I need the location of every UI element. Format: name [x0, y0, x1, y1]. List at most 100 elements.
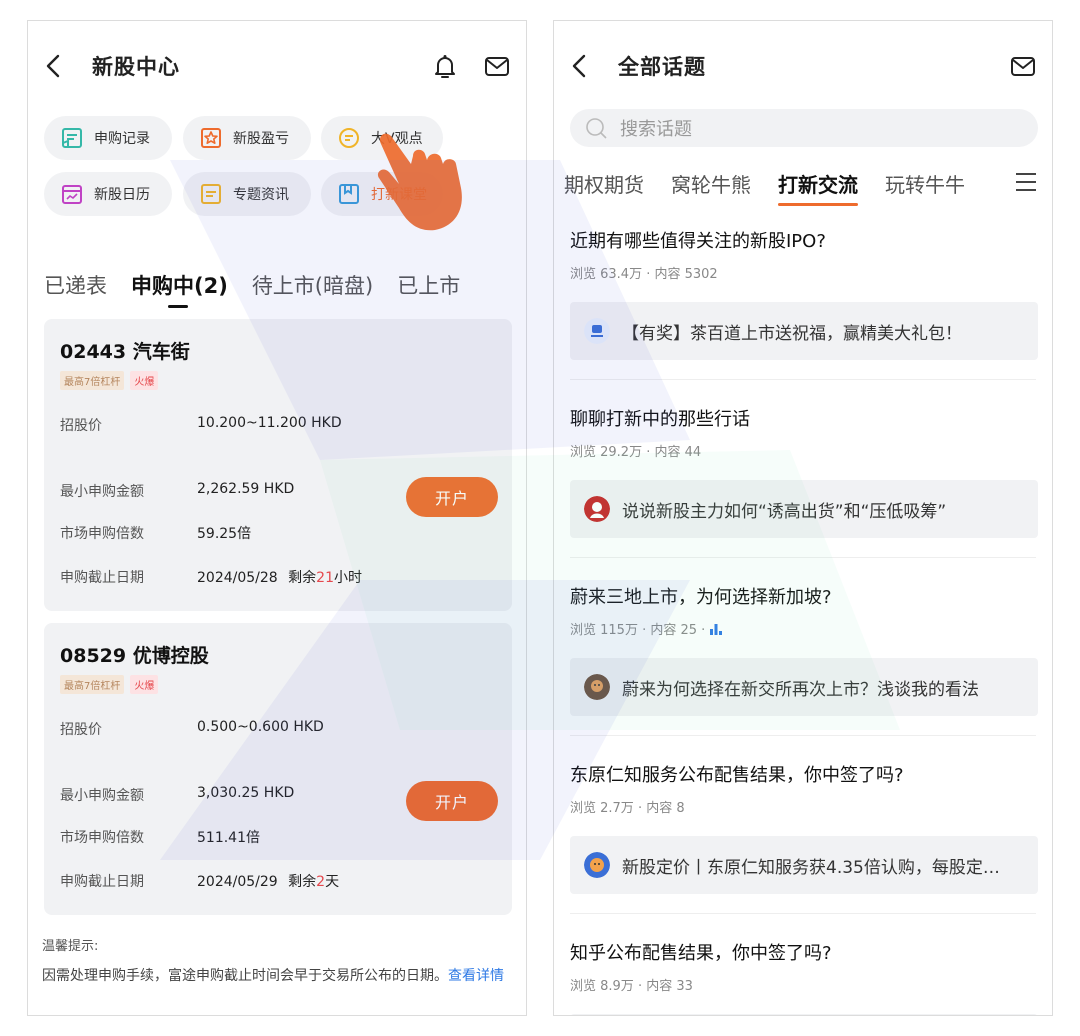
page-title: 全部话题: [618, 55, 706, 79]
remain-prefix: 剩余: [288, 570, 317, 586]
chat-icon: [339, 128, 359, 148]
topic-item[interactable]: 聊聊打新中的那些行话 浏览 29.2万 · 内容 44 说说新股主力如何“诱高出…: [570, 405, 1038, 538]
search-placeholder: 搜索话题: [620, 119, 692, 140]
topic-meta: 浏览 29.2万 · 内容 44: [570, 441, 1038, 460]
topic-stats: 浏览 29.2万 · 内容 44: [570, 445, 702, 460]
topic-stats: 浏览 115万 · 内容 25 ·: [570, 623, 706, 638]
ipo-center-screen: 新股中心 申购记录 新股盈亏 大V观点 新股日历 专题资讯 打新课堂 已递表 申…: [27, 20, 527, 1016]
topic-title: 近期有哪些值得关注的新股IPO?: [570, 231, 826, 252]
price-value: 10.200~11.200 HKD: [197, 415, 342, 431]
topic-stats: 浏览 63.4万 · 内容 5302: [570, 267, 718, 282]
pointing-hand-icon: [377, 133, 462, 231]
header: 全部话题: [554, 21, 1052, 109]
tab-niuniu[interactable]: 玩转牛牛: [885, 169, 965, 198]
post-text: 说说新股主力如何“诱高出货”和“压低吸筹”: [622, 501, 947, 522]
leverage-tag: 最高7倍杠杆: [60, 675, 125, 694]
ipo-card[interactable]: 02443 汽车街 最高7倍杠杆 火爆 招股价 10.200~11.200 HK…: [44, 319, 512, 611]
topic-meta: 浏览 8.9万 · 内容 33: [570, 975, 1038, 994]
price-value: 0.500~0.600 HKD: [197, 719, 324, 735]
deadline-label: 申购截止日期: [60, 874, 144, 890]
topic-title: 知乎公布配售结果，你中签了吗?: [570, 943, 832, 964]
multiple-label: 市场申购倍数: [60, 526, 144, 542]
topic-item[interactable]: 近期有哪些值得关注的新股IPO? 浏览 63.4万 · 内容 5302 【有奖】…: [570, 227, 1038, 360]
menu-icon[interactable]: [1014, 171, 1038, 193]
post-text: 新股定价丨东原仁知服务获4.35倍认购，每股定…: [622, 857, 1000, 878]
all-topics-screen: 全部话题 搜索话题 期权期货 窝轮牛熊 打新交流 玩转牛牛 近期有哪些值得关注的…: [553, 20, 1053, 1016]
deadline-value: 2024/05/28 剩余21小时: [197, 567, 362, 587]
divider: [570, 379, 1036, 380]
multiple-value: 511.41倍: [197, 830, 260, 846]
remain-unit: 天: [325, 874, 340, 890]
topic-title: 蔚来三地上市，为何选择新加坡?: [570, 587, 832, 608]
tea-brand-avatar-icon: [584, 318, 610, 344]
chip-ipo-pnl[interactable]: 新股盈亏: [183, 116, 311, 160]
remain-number: 21: [316, 570, 334, 586]
chip-topic-news[interactable]: 专题资讯: [183, 172, 311, 216]
topic-featured-post[interactable]: 新股定价丨东原仁知服务获4.35倍认购，每股定…: [570, 836, 1038, 894]
topic-search-input[interactable]: 搜索话题: [570, 109, 1038, 147]
tab-ipo-talk[interactable]: 打新交流: [778, 169, 858, 206]
open-account-button[interactable]: 开户: [406, 781, 498, 821]
calendar-icon: [62, 185, 82, 204]
topic-featured-post[interactable]: 说说新股主力如何“诱高出货”和“压低吸筹”: [570, 480, 1038, 538]
min-amount-value: 2,262.59 HKD: [197, 481, 295, 497]
min-amount-label: 最小申购金额: [60, 788, 144, 804]
bell-icon[interactable]: [430, 51, 460, 81]
topic-stats: 浏览 8.9万 · 内容 33: [570, 979, 693, 994]
stock-name: 02443 汽车街: [60, 341, 190, 363]
remain-unit: 小时: [333, 570, 362, 586]
divider: [570, 557, 1036, 558]
remain-number: 2: [316, 874, 326, 890]
back-arrow-icon[interactable]: [568, 51, 594, 81]
topic-item[interactable]: 蔚来三地上市，为何选择新加坡? 浏览 115万 · 内容 25 · 蔚来为何选择…: [570, 583, 1038, 716]
chip-label: 新股日历: [94, 187, 150, 203]
search-icon: [586, 118, 607, 139]
topic-featured-post[interactable]: 蔚来为何选择在新交所再次上市？浅谈我的看法: [570, 658, 1038, 716]
topic-title: 聊聊打新中的那些行话: [570, 409, 750, 430]
mail-icon[interactable]: [482, 51, 512, 81]
tab-upcoming[interactable]: 待上市(暗盘): [252, 270, 373, 300]
tip-title: 温馨提示:: [42, 939, 99, 954]
chip-label: 专题资讯: [233, 187, 289, 203]
topic-meta: 浏览 63.4万 · 内容 5302: [570, 263, 1038, 282]
chip-label: 申购记录: [94, 131, 150, 147]
post-text: 蔚来为何选择在新交所再次上市？浅谈我的看法: [622, 679, 979, 700]
tab-warrants-cbbc[interactable]: 窝轮牛熊: [671, 169, 751, 198]
hot-tag: 火爆: [130, 675, 159, 694]
mail-icon[interactable]: [1008, 51, 1038, 81]
user-avatar-icon: [584, 496, 610, 522]
min-amount-label: 最小申购金额: [60, 484, 144, 500]
topic-featured-post[interactable]: [570, 1014, 1038, 1015]
topic-meta: 浏览 2.7万 · 内容 8: [570, 797, 1038, 816]
topic-category-tabs: 期权期货 窝轮牛熊 打新交流 玩转牛牛: [564, 163, 1052, 206]
tab-filed[interactable]: 已递表: [44, 270, 107, 300]
doc-icon: [201, 184, 221, 204]
bookmark-icon: [339, 184, 359, 204]
topic-meta: 浏览 115万 · 内容 25 ·: [570, 619, 1038, 638]
back-arrow-icon[interactable]: [42, 51, 68, 81]
topic-title: 东原仁知服务公布配售结果，你中签了吗?: [570, 765, 904, 786]
chip-subscription-record[interactable]: 申购记录: [44, 116, 172, 160]
chip-ipo-calendar[interactable]: 新股日历: [44, 172, 172, 216]
leverage-tag: 最高7倍杠杆: [60, 371, 125, 390]
star-icon: [201, 128, 221, 148]
tip-text: 因需处理申购手续，富途申购截止时间会早于交易所公布的日期。: [42, 968, 448, 984]
tab-subscribing[interactable]: 申购中(2): [131, 270, 228, 308]
open-account-button[interactable]: 开户: [406, 477, 498, 517]
header: 新股中心: [28, 21, 526, 109]
hot-tag: 火爆: [130, 371, 159, 390]
tag-list: 最高7倍杠杆 火爆: [60, 371, 159, 390]
topic-item[interactable]: 知乎公布配售结果，你中签了吗? 浏览 8.9万 · 内容 33: [570, 939, 1038, 1015]
view-details-link[interactable]: 查看详情: [448, 968, 504, 984]
topic-item[interactable]: 东原仁知服务公布配售结果，你中签了吗? 浏览 2.7万 · 内容 8 新股定价丨…: [570, 761, 1038, 894]
min-amount-value: 3,030.25 HKD: [197, 785, 295, 801]
tab-options-futures[interactable]: 期权期货: [564, 169, 644, 198]
tip-body: 因需处理申购手续，富途申购截止时间会早于交易所公布的日期。查看详情: [42, 965, 514, 987]
tab-listed[interactable]: 已上市: [397, 270, 460, 300]
user-avatar-icon: [584, 674, 610, 700]
deadline-date: 2024/05/28: [197, 570, 278, 586]
topic-featured-post[interactable]: 【有奖】茶百道上市送祝福，赢精美大礼包！: [570, 302, 1038, 360]
ipo-status-tabs: 已递表 申购中(2) 待上市(暗盘) 已上市: [44, 265, 526, 308]
ipo-card[interactable]: 08529 优博控股 最高7倍杠杆 火爆 招股价 0.500~0.600 HKD…: [44, 623, 512, 915]
post-text: 【有奖】茶百道上市送祝福，赢精美大礼包！: [622, 323, 962, 344]
